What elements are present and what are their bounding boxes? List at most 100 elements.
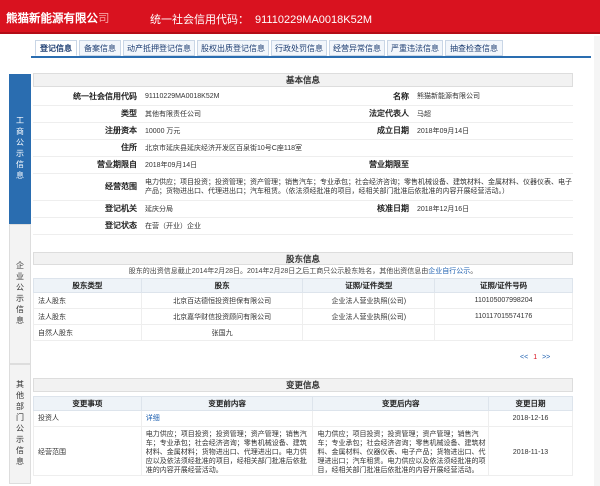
field-value: 熊猫新能源有限公司 (413, 88, 573, 106)
enterprise-self-disclosure-link[interactable]: 企业自行公示 (428, 268, 470, 275)
sidebar-item-business-public[interactable]: 工商公示信息 (9, 74, 31, 224)
table-row: 类型 其他有限责任公司 法定代表人 马超 (33, 105, 573, 123)
table-row: 登记状态 在营（开业）企业 (33, 217, 573, 235)
sidebar-item-label: 工商公示信息 (15, 116, 25, 182)
shareholder-note: 股东的出资信息截止2014年2月28日。2014年2月28日之后工商只公示股东姓… (33, 266, 573, 276)
change-before: 电力供应；项目投资；投资管理；资产管理；销售汽车；专业承包；社会经济咨询；零售机… (140, 426, 314, 476)
column-header: 股东类型 (33, 278, 142, 293)
shareholder-name: 北京嘉华财信投资顾问有限公司 (140, 308, 304, 325)
certificate-number: 110117015574176 (434, 308, 573, 325)
table-row: 投资人 详细 2018-12-16 (33, 410, 573, 427)
field-value: 北京市延庆县延庆经济开发区百泉街10号C座118室 (141, 139, 573, 157)
field-value: 91110229MA0018K52M (141, 88, 301, 106)
column-header: 变更日期 (488, 396, 573, 411)
change-before: 详细 (140, 410, 314, 427)
credit-code-label: 统一社会信用代码： (150, 14, 249, 26)
tab-spot-check[interactable]: 抽查检查信息 (445, 40, 503, 56)
tab-chattel-mortgage[interactable]: 动产抵押登记信息 (123, 40, 195, 56)
column-header: 变更事项 (33, 396, 142, 411)
change-after: 电力供应；项目投资；投资管理；资产管理；销售汽车；专业承包；社会经济咨询；零售机… (312, 426, 490, 476)
field-value (413, 217, 573, 235)
shareholder-name: 北京百达德恒投资担保有限公司 (140, 292, 304, 309)
credit-code: 统一社会信用代码： 91110229MA0018K52M (150, 11, 372, 27)
field-label: 核准日期 (301, 200, 413, 218)
field-label: 名称 (301, 88, 413, 106)
table-row: 法人股东 北京百达德恒投资担保有限公司 企业法人营业执照(公司) 1101050… (33, 292, 573, 309)
company-name-main: 熊猫新能源有限公 (6, 13, 98, 25)
field-value: 电力供应；项目投资；投资管理；资产管理；销售汽车；专业承包；社会经济咨询；零售机… (141, 173, 573, 201)
field-label: 注册资本 (33, 122, 141, 140)
table-row: 经营范围 电力供应；项目投资；投资管理；资产管理；销售汽车；专业承包；社会经济咨… (33, 426, 573, 476)
tab-registration[interactable]: 登记信息 (35, 40, 77, 56)
field-value: 马超 (413, 105, 573, 123)
field-value: 2018年09月14日 (141, 156, 301, 174)
certificate-type (302, 324, 436, 341)
company-name-accent: 司 (98, 13, 110, 25)
shareholder-name: 张国九 (140, 324, 304, 341)
tab-equity-pledge[interactable]: 股权出质登记信息 (197, 40, 269, 56)
prev-page-button[interactable]: << (520, 354, 528, 361)
field-label: 营业期限至 (301, 156, 413, 174)
shareholder-info-title: 股东信息 (33, 252, 573, 265)
table-row: 自然人股东 张国九 (33, 324, 573, 341)
company-name: 熊猫新能源有限公司 (6, 10, 110, 26)
field-value: 2018年09月14日 (413, 122, 573, 140)
credit-code-value: 91110229MA0018K52M (255, 14, 373, 26)
tab-filing[interactable]: 备案信息 (79, 40, 121, 56)
sidebar-item-label: 企业公示信息 (15, 261, 25, 327)
shareholder-type: 法人股东 (33, 308, 142, 325)
field-label: 统一社会信用代码 (33, 88, 141, 106)
basic-info-table: 统一社会信用代码 91110229MA0018K52M 名称 熊猫新能源有限公司… (33, 88, 573, 235)
table-row: 住所 北京市延庆县延庆经济开发区百泉街10号C座118室 (33, 139, 573, 157)
tab-serious-violation[interactable]: 严重违法信息 (387, 40, 443, 56)
details-link[interactable]: 详细 (146, 415, 160, 422)
next-page-button[interactable]: >> (542, 354, 550, 361)
field-value: 10000 万元 (141, 122, 301, 140)
page-scrollbar[interactable] (594, 36, 600, 486)
change-table: 变更事项 变更前内容 变更后内容 变更日期 投资人 详细 2018-12-16 … (33, 396, 573, 476)
sidebar-item-other-dept-public[interactable]: 其他部门公示信息 (9, 364, 31, 484)
field-value: 2018年12月16日 (413, 200, 573, 218)
tab-business-abnormal[interactable]: 经营异常信息 (329, 40, 385, 56)
change-date: 2018-11-13 (488, 426, 573, 476)
field-label: 登记机关 (33, 200, 141, 218)
change-date: 2018-12-16 (488, 410, 573, 427)
field-label: 营业期限自 (33, 156, 141, 174)
table-row: 注册资本 10000 万元 成立日期 2018年09月14日 (33, 122, 573, 140)
field-label: 法定代表人 (301, 105, 413, 123)
field-value: 其他有限责任公司 (141, 105, 301, 123)
column-header: 证照/证件类型 (302, 278, 436, 293)
column-header: 股东 (140, 278, 304, 293)
field-value: 在营（开业）企业 (141, 217, 301, 235)
table-header-row: 股东类型 股东 证照/证件类型 证照/证件号码 (33, 278, 573, 293)
tab-admin-penalty[interactable]: 行政处罚信息 (271, 40, 327, 56)
column-header: 变更后内容 (312, 396, 490, 411)
table-row: 法人股东 北京嘉华财信投资顾问有限公司 企业法人营业执照(公司) 1101170… (33, 308, 573, 325)
field-label: 类型 (33, 105, 141, 123)
column-header: 证照/证件号码 (434, 278, 573, 293)
shareholder-table: 股东类型 股东 证照/证件类型 证照/证件号码 法人股东 北京百达德恒投资担保有… (33, 278, 573, 341)
table-header-row: 变更事项 变更前内容 变更后内容 变更日期 (33, 396, 573, 411)
field-label: 登记状态 (33, 217, 141, 235)
sidebar: 工商公示信息 企业公示信息 其他部门公示信息 (9, 38, 31, 484)
table-row: 登记机关 延庆分局 核准日期 2018年12月16日 (33, 200, 573, 218)
change-info-title: 变更信息 (33, 378, 573, 392)
field-value: 延庆分局 (141, 200, 301, 218)
change-item: 经营范围 (33, 426, 142, 476)
field-value (413, 156, 573, 174)
sidebar-item-label: 其他部门公示信息 (15, 380, 25, 468)
current-page[interactable]: 1 (533, 354, 537, 361)
shareholder-type: 法人股东 (33, 292, 142, 309)
page-header: 熊猫新能源有限公司 统一社会信用代码： 91110229MA0018K52M (0, 0, 600, 34)
basic-info-title: 基本信息 (33, 73, 573, 87)
shareholder-note-end: 。 (470, 268, 478, 275)
tab-bar: 登记信息 备案信息 动产抵押登记信息 股权出质登记信息 行政处罚信息 经营异常信… (31, 38, 591, 58)
field-label: 经营范围 (33, 173, 141, 201)
table-row: 经营范围 电力供应；项目投资；投资管理；资产管理；销售汽车；专业承包；社会经济咨… (33, 173, 573, 201)
certificate-type: 企业法人营业执照(公司) (302, 292, 436, 309)
sidebar-item-enterprise-public[interactable]: 企业公示信息 (9, 224, 31, 364)
shareholder-note-text: 股东的出资信息截止2014年2月28日。2014年2月28日之后工商只公示股东姓… (128, 268, 429, 275)
certificate-type: 企业法人营业执照(公司) (302, 308, 436, 325)
certificate-number (434, 324, 573, 341)
column-header: 变更前内容 (140, 396, 314, 411)
